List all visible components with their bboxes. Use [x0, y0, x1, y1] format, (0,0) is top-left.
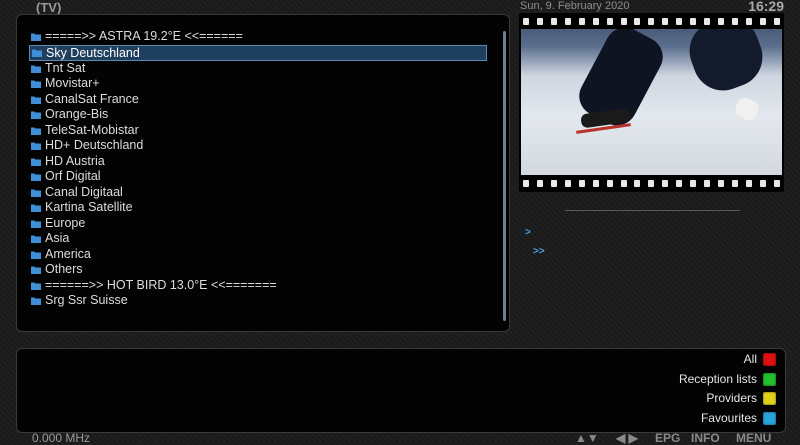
list-item[interactable]: Europe [29, 216, 487, 232]
folder-icon [31, 220, 41, 228]
folder-icon [31, 204, 41, 213]
folder-icon [31, 80, 41, 89]
list-item-label: CanalSat France [45, 91, 139, 106]
list-item-label: Europe [45, 215, 86, 230]
list-item-label: Sky Deutschland [46, 45, 140, 60]
folder-icon [31, 127, 41, 135]
list-item[interactable]: TeleSat-Mobistar [29, 123, 487, 139]
list-item[interactable]: Asia [29, 231, 487, 247]
info-button[interactable]: INFO [691, 431, 720, 445]
list-item[interactable]: CanalSat France [29, 92, 487, 108]
list-item-label: Asia [45, 231, 70, 245]
list-item-label: HD+ Deutschland [45, 138, 144, 152]
list-item[interactable]: HD Austria [29, 154, 487, 170]
folder-icon [31, 96, 41, 104]
list-item[interactable]: ======>> HOT BIRD 13.0°E <<======= [29, 278, 487, 294]
list-item[interactable]: America [29, 247, 487, 263]
folder-icon [32, 49, 42, 57]
list-item-label: Tnt Sat [45, 60, 86, 75]
folder-icon [31, 173, 41, 182]
folder-icon [31, 111, 41, 120]
epg-button[interactable]: EPG [655, 431, 680, 445]
folder-icon [31, 282, 41, 290]
list-item-label: Others [45, 262, 83, 276]
list-item[interactable]: Tnt Sat [29, 61, 487, 77]
list-item-label: Kartina Satellite [45, 200, 133, 214]
film-sprockets-top [519, 15, 784, 27]
list-item[interactable]: Sky Deutschland [29, 44, 487, 61]
folder-icon [31, 251, 41, 259]
folder-icon [31, 65, 41, 73]
list-item[interactable]: Srg Ssr Suisse [29, 293, 487, 309]
list-item-label: Srg Ssr Suisse [45, 293, 128, 307]
yellow-key-providers[interactable]: Providers [706, 391, 776, 405]
list-item[interactable]: Orf Digital [29, 169, 487, 185]
green-button-icon [763, 372, 776, 386]
list-item[interactable]: =====>> ASTRA 19.2°E <<====== [29, 29, 487, 45]
video-preview [519, 13, 784, 192]
menu-button[interactable]: MENU [736, 431, 771, 445]
green-key-label: Reception lists [678, 372, 757, 386]
tuner-frequency: 0.000 MHz [32, 431, 91, 445]
list-item-label: =====>> ASTRA 19.2°E <<====== [45, 29, 243, 43]
blue-button-icon [763, 411, 776, 425]
description-panel [16, 348, 786, 433]
up-down-hint-icon: ▲▼ [575, 431, 599, 445]
folder-icon [31, 297, 41, 306]
red-key-label: All [743, 352, 757, 366]
list-item-label: Orf Digital [45, 169, 101, 183]
list-item[interactable]: Orange-Bis [29, 107, 487, 123]
yellow-key-label: Providers [706, 391, 757, 405]
channel-list-panel: =====>> ASTRA 19.2°E <<====== Sky Deutsch… [16, 14, 510, 332]
list-item[interactable]: Movistar+ [29, 76, 487, 92]
list-item-label: ======>> HOT BIRD 13.0°E <<======= [45, 277, 277, 292]
list-item-label: Orange-Bis [45, 107, 109, 121]
current-date: Sun, 9. February 2020 [520, 0, 630, 12]
folder-icon [31, 266, 41, 275]
list-item-label: America [45, 246, 91, 261]
folder-icon [31, 33, 41, 42]
list-item[interactable]: Canal Digitaal [29, 185, 487, 201]
list-item-label: Canal Digitaal [45, 184, 123, 199]
event-progress-divider [565, 210, 740, 211]
folder-icon [31, 235, 41, 244]
red-button-icon [763, 352, 776, 366]
blue-key-label: Favourites [700, 411, 757, 425]
blue-key-favourites[interactable]: Favourites [701, 411, 776, 425]
now-event-marker: > [525, 227, 531, 238]
list-scrollbar[interactable] [503, 31, 506, 321]
list-item[interactable]: Kartina Satellite [29, 200, 487, 216]
list-item-label: HD Austria [45, 153, 105, 168]
clock: 16:29 [748, 0, 784, 14]
next-event-marker: >> [533, 246, 545, 257]
list-item[interactable]: HD+ Deutschland [29, 138, 487, 154]
mode-title: (TV) [36, 0, 62, 15]
red-key-all[interactable]: All [744, 352, 776, 366]
list-item[interactable]: Others [29, 262, 487, 278]
bouquet-list: =====>> ASTRA 19.2°E <<====== Sky Deutsch… [29, 29, 487, 309]
live-tv-picture [521, 29, 782, 175]
folder-icon [31, 189, 41, 197]
folder-icon [31, 142, 41, 151]
folder-icon [31, 158, 41, 166]
yellow-button-icon [763, 391, 776, 405]
list-item-label: TeleSat-Mobistar [45, 122, 139, 137]
green-key-reception-lists[interactable]: Reception lists [679, 372, 776, 386]
left-right-hint-icon: ◀ ▶ [616, 431, 638, 445]
film-sprockets-bottom [519, 177, 784, 189]
list-item-label: Movistar+ [45, 76, 100, 90]
